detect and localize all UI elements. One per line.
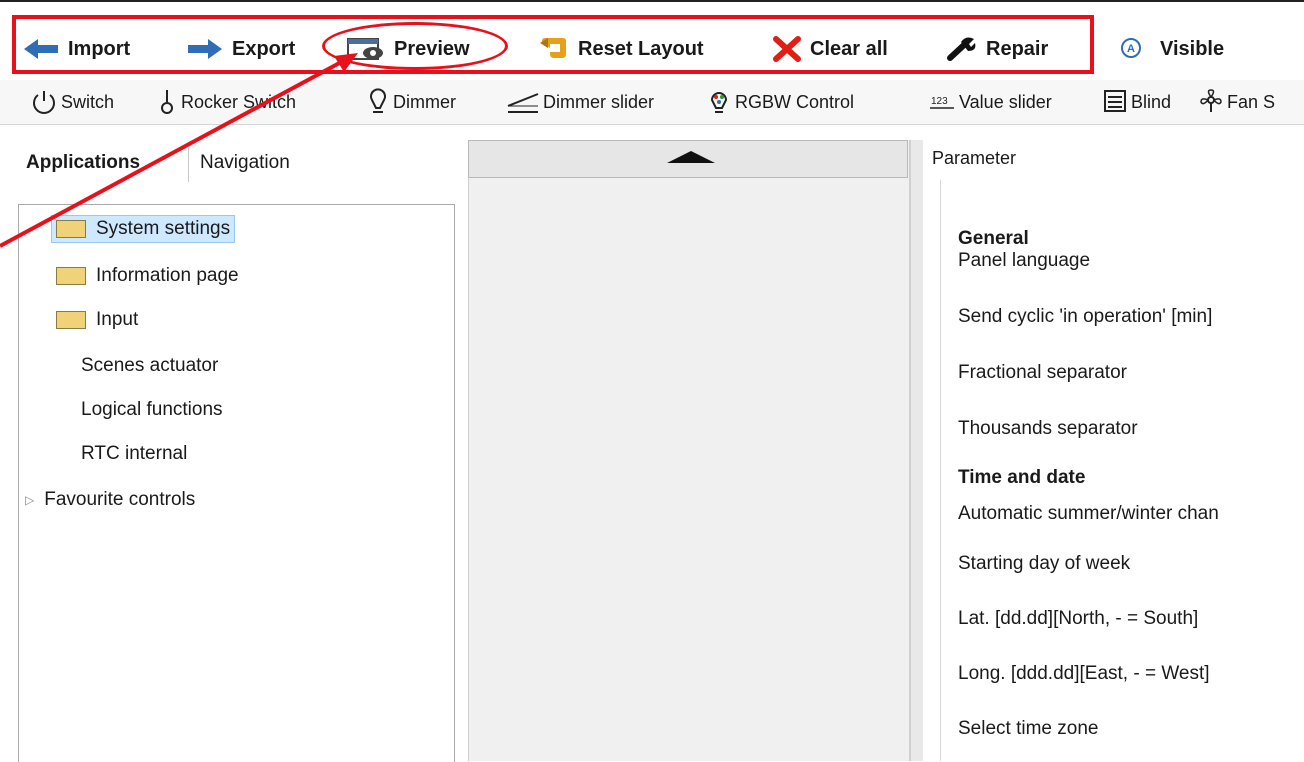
annotation-arrow	[0, 53, 358, 248]
